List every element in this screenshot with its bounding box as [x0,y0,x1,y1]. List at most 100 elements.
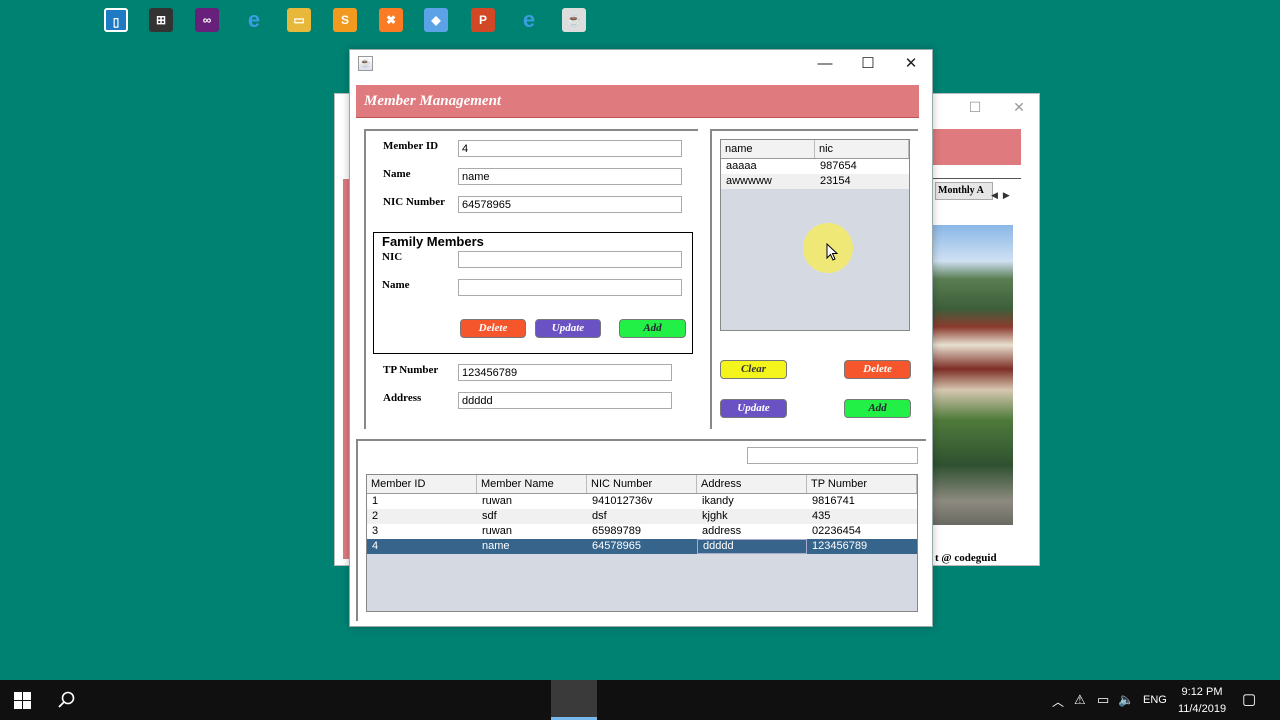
address-label: Address [383,392,422,404]
notifications-icon[interactable]: ▢ [1242,690,1256,708]
update-button[interactable]: Update [720,399,787,418]
taskview-app-icon[interactable]: ▯ [104,8,128,32]
member-cell: 123456789 [812,540,868,552]
taskbar-active-highlight [551,680,597,720]
title-bar[interactable]: ☕ — ☐ ✕ [350,50,932,78]
member-cell: dsf [592,510,607,522]
member-cell: address [702,525,742,537]
member-cell: 02236454 [812,525,861,537]
col-member-id[interactable]: Member ID [367,475,477,493]
bg-close-icon[interactable]: ✕ [999,94,1039,120]
member-id-input[interactable]: 4 [458,140,682,157]
family-add-button[interactable]: Add [619,319,686,338]
member-cell: 3 [372,525,379,537]
member-cell-focused[interactable]: ddddd [697,539,807,554]
language-indicator[interactable]: ENG [1143,694,1167,706]
name-input[interactable]: name [458,168,682,185]
internet-explorer-icon[interactable]: e [517,8,541,32]
col-address[interactable]: Address [697,475,807,493]
member-management-window[interactable]: ☕ — ☐ ✕ Member Management Member ID 4 Na… [349,49,933,627]
add-button[interactable]: Add [844,399,911,418]
family-members-group: Family Members NIC Name Delete Update Ad… [373,232,693,354]
member-cell: 64578965 [592,540,641,552]
table-row-selected[interactable]: 4 name 64578965 ddddd 123456789 [367,539,917,554]
nic-number-label: NIC Number [383,196,446,208]
member-cell: 2 [372,510,379,522]
family-cell: 987654 [820,160,857,172]
maximize-icon[interactable]: ☐ [847,50,889,78]
table-row[interactable]: aaaaa 987654 [721,159,909,174]
tp-number-label: TP Number [383,364,439,376]
members-table-panel: Member ID Member Name NIC Number Address… [356,439,926,621]
member-cell: 435 [812,510,831,522]
name-label: Name [383,168,411,180]
family-members-title: Family Members [382,234,484,249]
close-icon[interactable]: ✕ [890,50,932,78]
members-table[interactable]: Member ID Member Name NIC Number Address… [366,474,918,612]
nic-number-input[interactable]: 64578965 [458,196,682,213]
clear-button[interactable]: Clear [720,360,787,379]
volume-icon[interactable]: 🔈 [1118,692,1134,708]
address-input[interactable]: ddddd [458,392,672,409]
search-icon[interactable] [58,691,76,709]
member-cell: ruwan [482,495,512,507]
table-row[interactable]: 2 sdf dsf kjghk 435 [367,509,917,524]
col-tp-number[interactable]: TP Number [807,475,917,493]
visual-studio-icon[interactable]: ∞ [195,8,219,32]
tp-number-input[interactable]: 123456789 [458,364,672,381]
family-nic-input[interactable] [458,251,682,268]
virtualbox-icon[interactable]: ◆ [424,8,448,32]
member-cell: sdf [482,510,497,522]
search-input[interactable] [747,447,918,464]
family-delete-button[interactable]: Delete [460,319,526,338]
taskbar [0,680,1280,720]
clock-time[interactable]: 9:12 PM [1181,686,1223,698]
edge-icon[interactable]: e [242,8,266,32]
network-icon[interactable]: ⚠ [1074,692,1086,708]
member-cell: 1 [372,495,379,507]
java-taskbar-icon[interactable]: ☕ [562,8,586,32]
windows-start-icon[interactable] [14,692,31,709]
member-cell: kjghk [702,510,728,522]
member-cell: 65989789 [592,525,641,537]
minimize-icon[interactable]: — [804,50,846,78]
table-row[interactable]: 3 ruwan 65989789 address 02236454 [367,524,917,539]
member-cell: 9816741 [812,495,855,507]
bg-credit-text: t @ codeguid [935,552,997,564]
family-name-input[interactable] [458,279,682,296]
member-cell: 4 [372,540,379,552]
sublime-like-app-icon[interactable]: S [333,8,357,32]
powerpoint-icon[interactable]: P [471,8,495,32]
xampp-icon[interactable]: ✖ [379,8,403,32]
bg-tab-scroll-arrows-icon[interactable]: ◀ ▶ [991,190,1010,201]
battery-icon[interactable]: ▭ [1097,692,1109,708]
member-cell: ruwan [482,525,512,537]
table-row[interactable]: 1 ruwan 941012736v ikandy 9816741 [367,494,917,509]
bg-divider [933,178,1021,179]
family-list-panel: name nic aaaaa 987654 awwwww 23154 Clear… [710,129,918,429]
col-nic-number[interactable]: NIC Number [587,475,697,493]
clock-date[interactable]: 11/4/2019 [1176,703,1228,715]
member-cell: ikandy [702,495,734,507]
member-cell: name [482,540,510,552]
family-update-button[interactable]: Update [535,319,601,338]
store-icon[interactable]: ⊞ [149,8,173,32]
family-col-nic[interactable]: nic [815,140,909,158]
java-app-icon: ☕ [358,56,373,71]
delete-button[interactable]: Delete [844,360,911,379]
family-col-name[interactable]: name [721,140,815,158]
family-nic-label: NIC [382,251,403,263]
family-cell: aaaaa [726,160,757,172]
tray-chevron-icon[interactable]: ︿ [1052,693,1064,710]
col-member-name[interactable]: Member Name [477,475,587,493]
bg-tab-monthly[interactable]: Monthly A [935,182,993,200]
page-header: Member Management [356,85,919,118]
page-title: Member Management [364,93,502,109]
family-cell: 23154 [820,175,851,187]
file-explorer-icon[interactable]: ▭ [287,8,311,32]
bg-header-fragment [933,129,1021,165]
table-row[interactable]: awwwww 23154 [721,174,909,189]
bg-landscape-image [933,225,1013,525]
bg-maximize-icon[interactable]: ☐ [955,94,995,120]
member-cell: 941012736v [592,495,653,507]
